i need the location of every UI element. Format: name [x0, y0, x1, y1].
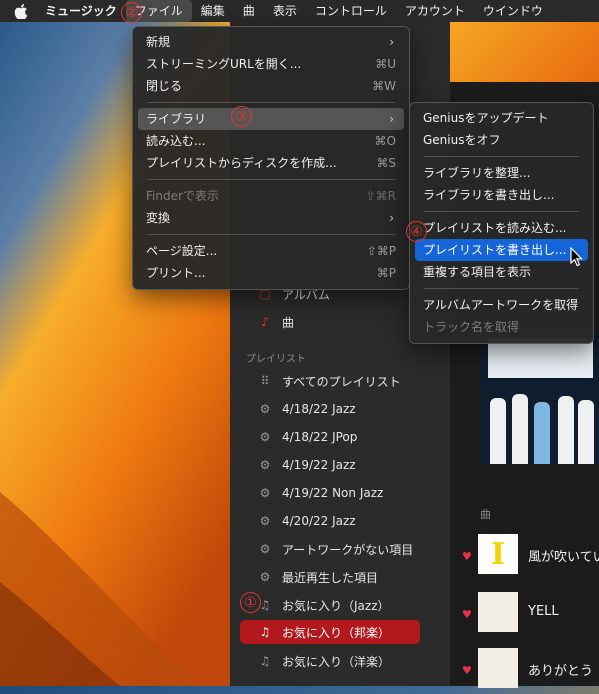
sidebar-item-playlist[interactable]: ⚙ アートワークがない項目: [240, 537, 420, 561]
menu-item-page-setup[interactable]: ページ設定... ⇧⌘P: [138, 240, 404, 262]
sidebar-item-label: お気に入り（邦楽）: [282, 625, 391, 640]
song-row[interactable]: ♥ ありがとう: [450, 644, 599, 694]
grid-icon: ⠿: [260, 374, 270, 388]
menu-item-convert[interactable]: 変換 ›: [138, 207, 404, 229]
gear-icon: ⚙: [259, 430, 271, 444]
sidebar-item-label: 最近再生した項目: [282, 570, 379, 585]
menu-separator: [147, 179, 395, 180]
menu-song[interactable]: 曲: [234, 0, 264, 22]
sidebar-item-label: お気に入り（Jazz）: [282, 598, 390, 613]
gear-icon: ⚙: [259, 514, 271, 528]
menu-item-export-library[interactable]: ライブラリを書き出し...: [415, 184, 588, 206]
sidebar-item-playlist-selected[interactable]: ♫ お気に入り（邦楽）: [240, 620, 420, 644]
playlists-heading: プレイリスト: [246, 354, 306, 365]
sidebar-item-playlist[interactable]: ♫ お気に入り（Jazz）: [240, 593, 420, 617]
menu-item-update-genius[interactable]: Geniusをアップデート: [415, 107, 588, 129]
menu-item-burn-disc[interactable]: プレイリストからディスクを作成... ⌘S: [138, 152, 404, 174]
menu-separator: [147, 102, 395, 103]
music-note-icon: ♪: [261, 315, 269, 329]
menu-item-show-in-finder[interactable]: Finderで表示 ⇧⌘R: [138, 185, 404, 207]
menu-controls[interactable]: コントロール: [306, 0, 396, 22]
menu-item-export-playlist[interactable]: プレイリストを書き出し...: [415, 239, 588, 261]
photo-sign: [488, 338, 593, 378]
menu-window[interactable]: ウインドウ: [474, 0, 552, 22]
sidebar-item-label: 4/19/22 Non Jazz: [282, 486, 384, 500]
step-badge-3: ③: [231, 106, 252, 127]
menu-separator: [424, 156, 579, 157]
playlist-icon: ♫: [259, 625, 271, 639]
menu-bar: ミュージック ファイル 編集 曲 表示 コントロール アカウント ウインドウ: [0, 0, 599, 22]
menu-item-library[interactable]: ライブラリ ›: [138, 108, 404, 130]
menu-item-import-playlist[interactable]: プレイリストを読み込む...: [415, 217, 588, 239]
menu-item-organize-library[interactable]: ライブラリを整理...: [415, 162, 588, 184]
menu-item-show-duplicates[interactable]: 重複する項目を表示: [415, 261, 588, 283]
song-artwork: [478, 592, 518, 632]
song-artwork: [478, 648, 518, 688]
library-submenu: Geniusをアップデート Geniusをオフ ライブラリを整理... ライブラ…: [409, 102, 594, 344]
menu-account[interactable]: アカウント: [396, 0, 474, 22]
header-artwork: [450, 22, 599, 82]
heart-icon[interactable]: ♥: [462, 608, 472, 621]
song-row[interactable]: ♥ I 風が吹いてい: [450, 530, 599, 580]
sidebar-item-label: 4/19/22 Jazz: [282, 458, 356, 472]
sidebar-item-label: すべてのプレイリスト: [282, 374, 401, 389]
apple-logo-icon[interactable]: [14, 3, 28, 19]
section-label: 曲: [480, 508, 491, 521]
sidebar-item-label: 曲: [282, 315, 295, 330]
gear-icon: ⚙: [259, 570, 271, 584]
sidebar-item-playlist[interactable]: ⚙ 4/18/22 Jazz: [240, 397, 420, 421]
sidebar-item-songs[interactable]: ♪ 曲: [240, 310, 420, 334]
song-artwork: I: [478, 534, 518, 574]
song-row[interactable]: ♥ YELL: [450, 588, 599, 638]
sidebar-item-all-playlists[interactable]: ⠿ すべてのプレイリスト: [240, 369, 420, 393]
sidebar-item-playlist[interactable]: ♫ お気に入り（洋楽）: [240, 649, 420, 673]
menu-item-close[interactable]: 閉じる ⌘W: [138, 75, 404, 97]
menu-app-name[interactable]: ミュージック: [36, 0, 126, 22]
sidebar-item-label: 4/20/22 Jazz: [282, 514, 356, 528]
menu-item-get-track-names[interactable]: トラック名を取得: [415, 316, 588, 338]
step-badge-1: ①: [240, 592, 261, 613]
menu-item-genius-off[interactable]: Geniusをオフ: [415, 129, 588, 151]
song-title: ありがとう: [528, 664, 594, 679]
file-menu: 新規 › ストリーミングURLを開く... ⌘U 閉じる ⌘W ライブラリ › 読み込む…: [132, 26, 410, 290]
menu-separator: [424, 288, 579, 289]
menu-separator: [424, 211, 579, 212]
song-title: YELL: [528, 604, 559, 619]
album-photo: [480, 334, 599, 464]
sidebar-item-playlist[interactable]: ⚙ 最近再生した項目: [240, 565, 420, 589]
menu-item-open-stream[interactable]: ストリーミングURLを開く... ⌘U: [138, 53, 404, 75]
gear-icon: ⚙: [259, 486, 271, 500]
sidebar-item-label: 4/18/22 JPop: [282, 430, 358, 444]
gear-icon: ⚙: [259, 402, 271, 416]
chevron-right-icon: ›: [389, 112, 394, 126]
gear-icon: ⚙: [259, 542, 271, 556]
sidebar-item-playlist[interactable]: ⚙ 4/18/22 JPop: [240, 425, 420, 449]
mouse-cursor-icon: [570, 247, 584, 267]
step-badge-2: ②: [121, 2, 142, 23]
heart-icon[interactable]: ♥: [462, 664, 472, 677]
menu-item-import[interactable]: 読み込む... ⌘O: [138, 130, 404, 152]
menu-separator: [147, 234, 395, 235]
chevron-right-icon: ›: [389, 211, 394, 225]
sidebar-item-label: 4/18/22 Jazz: [282, 402, 356, 416]
menu-item-new[interactable]: 新規 ›: [138, 31, 404, 53]
playlist-icon: ♫: [259, 654, 271, 668]
menu-edit[interactable]: 編集: [192, 0, 234, 22]
sidebar-item-label: アートワークがない項目: [282, 542, 414, 557]
menu-item-print[interactable]: プリント... ⌘P: [138, 262, 404, 284]
sidebar-item-label: お気に入り（洋楽）: [282, 654, 391, 669]
heart-icon[interactable]: ♥: [462, 550, 472, 563]
menu-view[interactable]: 表示: [264, 0, 306, 22]
song-title: 風が吹いてい: [528, 550, 599, 565]
sidebar-item-playlist[interactable]: ⚙ 4/19/22 Jazz: [240, 453, 420, 477]
sidebar-item-playlist[interactable]: ⚙ 4/19/22 Non Jazz: [240, 481, 420, 505]
menu-item-get-album-artwork[interactable]: アルバムアートワークを取得: [415, 294, 588, 316]
gear-icon: ⚙: [259, 458, 271, 472]
chevron-right-icon: ›: [389, 35, 394, 49]
step-badge-4: ④: [406, 221, 427, 242]
sidebar-item-playlist[interactable]: ⚙ 4/20/22 Jazz: [240, 509, 420, 533]
